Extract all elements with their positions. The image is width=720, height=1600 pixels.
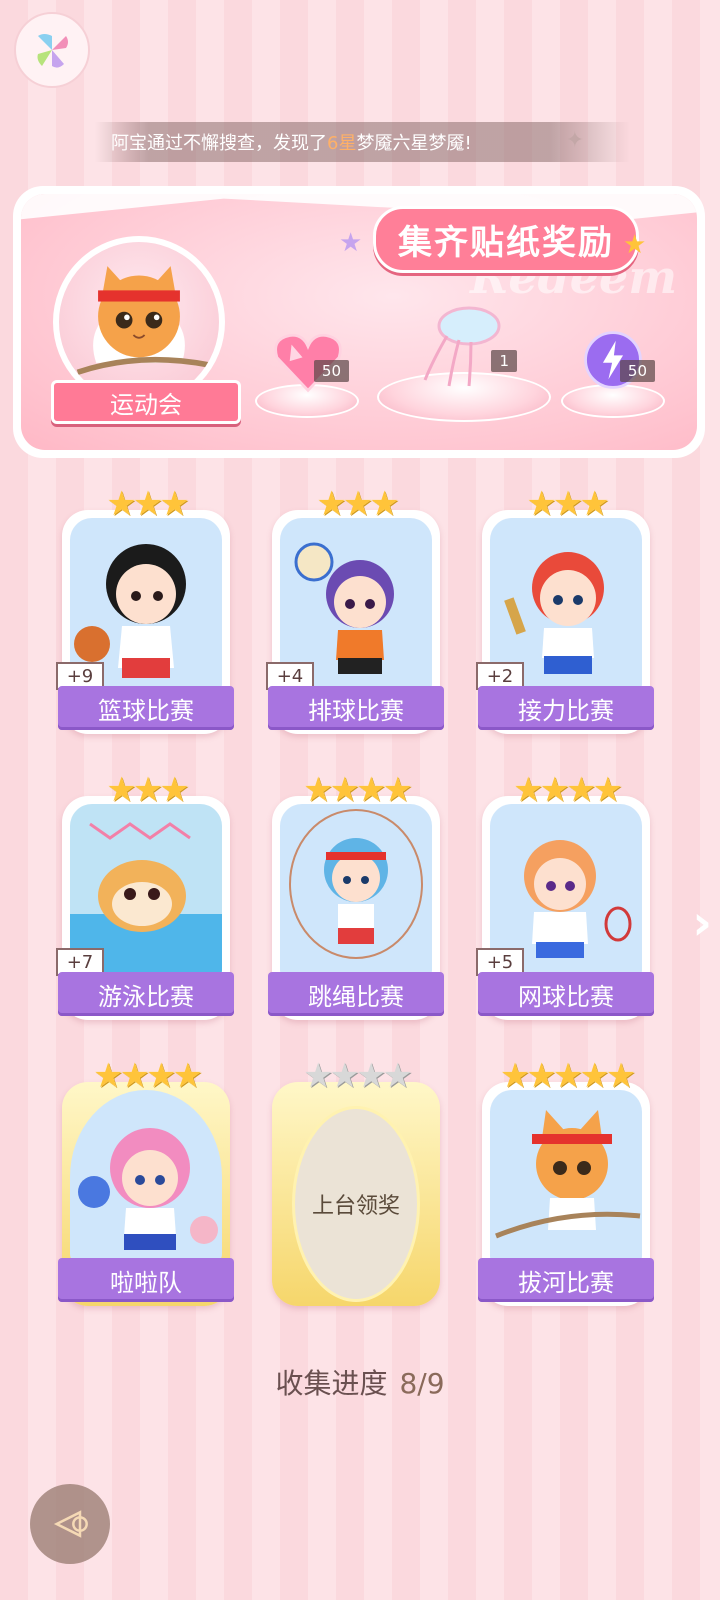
star-icon: ★ [623,230,647,260]
reward-item-jellyfish[interactable]: 1 [377,304,551,422]
collection-progress: 收集进度 8/9 [0,1362,720,1402]
star-rating: ★★★ [106,770,189,810]
next-page-chevron-icon[interactable]: › [692,895,712,951]
card-name: 游泳比赛 [58,972,234,1016]
star-rating: ★★★★★ [499,1056,636,1096]
reward-item-gem[interactable]: 50 [255,324,359,418]
reward-count: 1 [491,350,517,372]
banner-title-text: 集齐贴纸奖励 [373,205,639,273]
ticker-prefix: 阿宝通过不懈搜查，发现了 [111,133,327,154]
reward-banner: Redeem 集齐贴纸奖励 ★ ★ 运动会 50 1 50 [13,186,705,458]
card-name: 啦啦队 [58,1258,234,1302]
star-rating: ★★★ [106,484,189,524]
card-name: 排球比赛 [268,686,444,730]
sticker-card[interactable]: ★★★ +7 游泳比赛 [56,770,234,1020]
sticker-card[interactable]: ★★★ +2 接力比赛 [476,484,654,734]
sticker-card[interactable]: ★★★★ 啦啦队 [58,1056,234,1306]
jellyfish-icon [423,306,501,387]
sticker-art [280,804,432,978]
star-rating: ★★★ [316,484,399,524]
star-rating: ★★★ [526,484,609,524]
star-rating: ★★★★ [303,1056,413,1096]
back-button[interactable] [30,1484,110,1564]
locked-card-placeholder: 上台领奖 [292,1106,420,1302]
app-logo-button[interactable] [14,12,90,88]
event-name-label: 运动会 [51,380,241,424]
pinwheel-icon [37,34,68,68]
sticker-card[interactable]: ★★★★ 跳绳比赛 [268,770,444,1020]
sticker-art [70,1090,222,1264]
progress-value: 8/9 [399,1367,445,1400]
sticker-card-locked[interactable]: ★★★★ 上台领奖 [272,1056,440,1306]
star-icon: ★ [339,228,363,258]
star-rating: ★★★★ [93,1056,203,1096]
card-name: 拔河比赛 [478,1258,654,1302]
reward-count: 50 [313,360,349,382]
reward-item-orb[interactable]: 50 [561,324,665,418]
card-name: 接力比赛 [478,686,654,730]
card-name: 篮球比赛 [58,686,234,730]
sparkle-icon: ✦ [565,128,584,153]
sticker-art [490,1090,642,1264]
star-rating: ★★★★ [303,770,413,810]
ticker-suffix: 梦魇六星梦魇! [356,133,472,154]
back-arrow-icon [53,1510,88,1538]
sticker-card[interactable]: ★★★★ +5 网球比赛 [476,770,654,1020]
star-rating: ★★★★ [513,770,623,810]
banner-title: 集齐贴纸奖励 [361,205,651,273]
news-ticker: 阿宝通过不懈搜查，发现了 6星 梦魇六星梦魇! ✦ [95,122,630,162]
sticker-card[interactable]: ★★★ +4 排球比赛 [266,484,444,734]
progress-label: 收集进度 [275,1367,388,1400]
card-name: 跳绳比赛 [268,972,444,1016]
ticker-highlight: 6星 [327,133,357,154]
card-name: 网球比赛 [478,972,654,1016]
sticker-card[interactable]: ★★★★★ 拔河比赛 [478,1056,654,1306]
reward-count: 50 [619,360,655,382]
sticker-card[interactable]: ★★★ +9 篮球比赛 [56,484,234,734]
